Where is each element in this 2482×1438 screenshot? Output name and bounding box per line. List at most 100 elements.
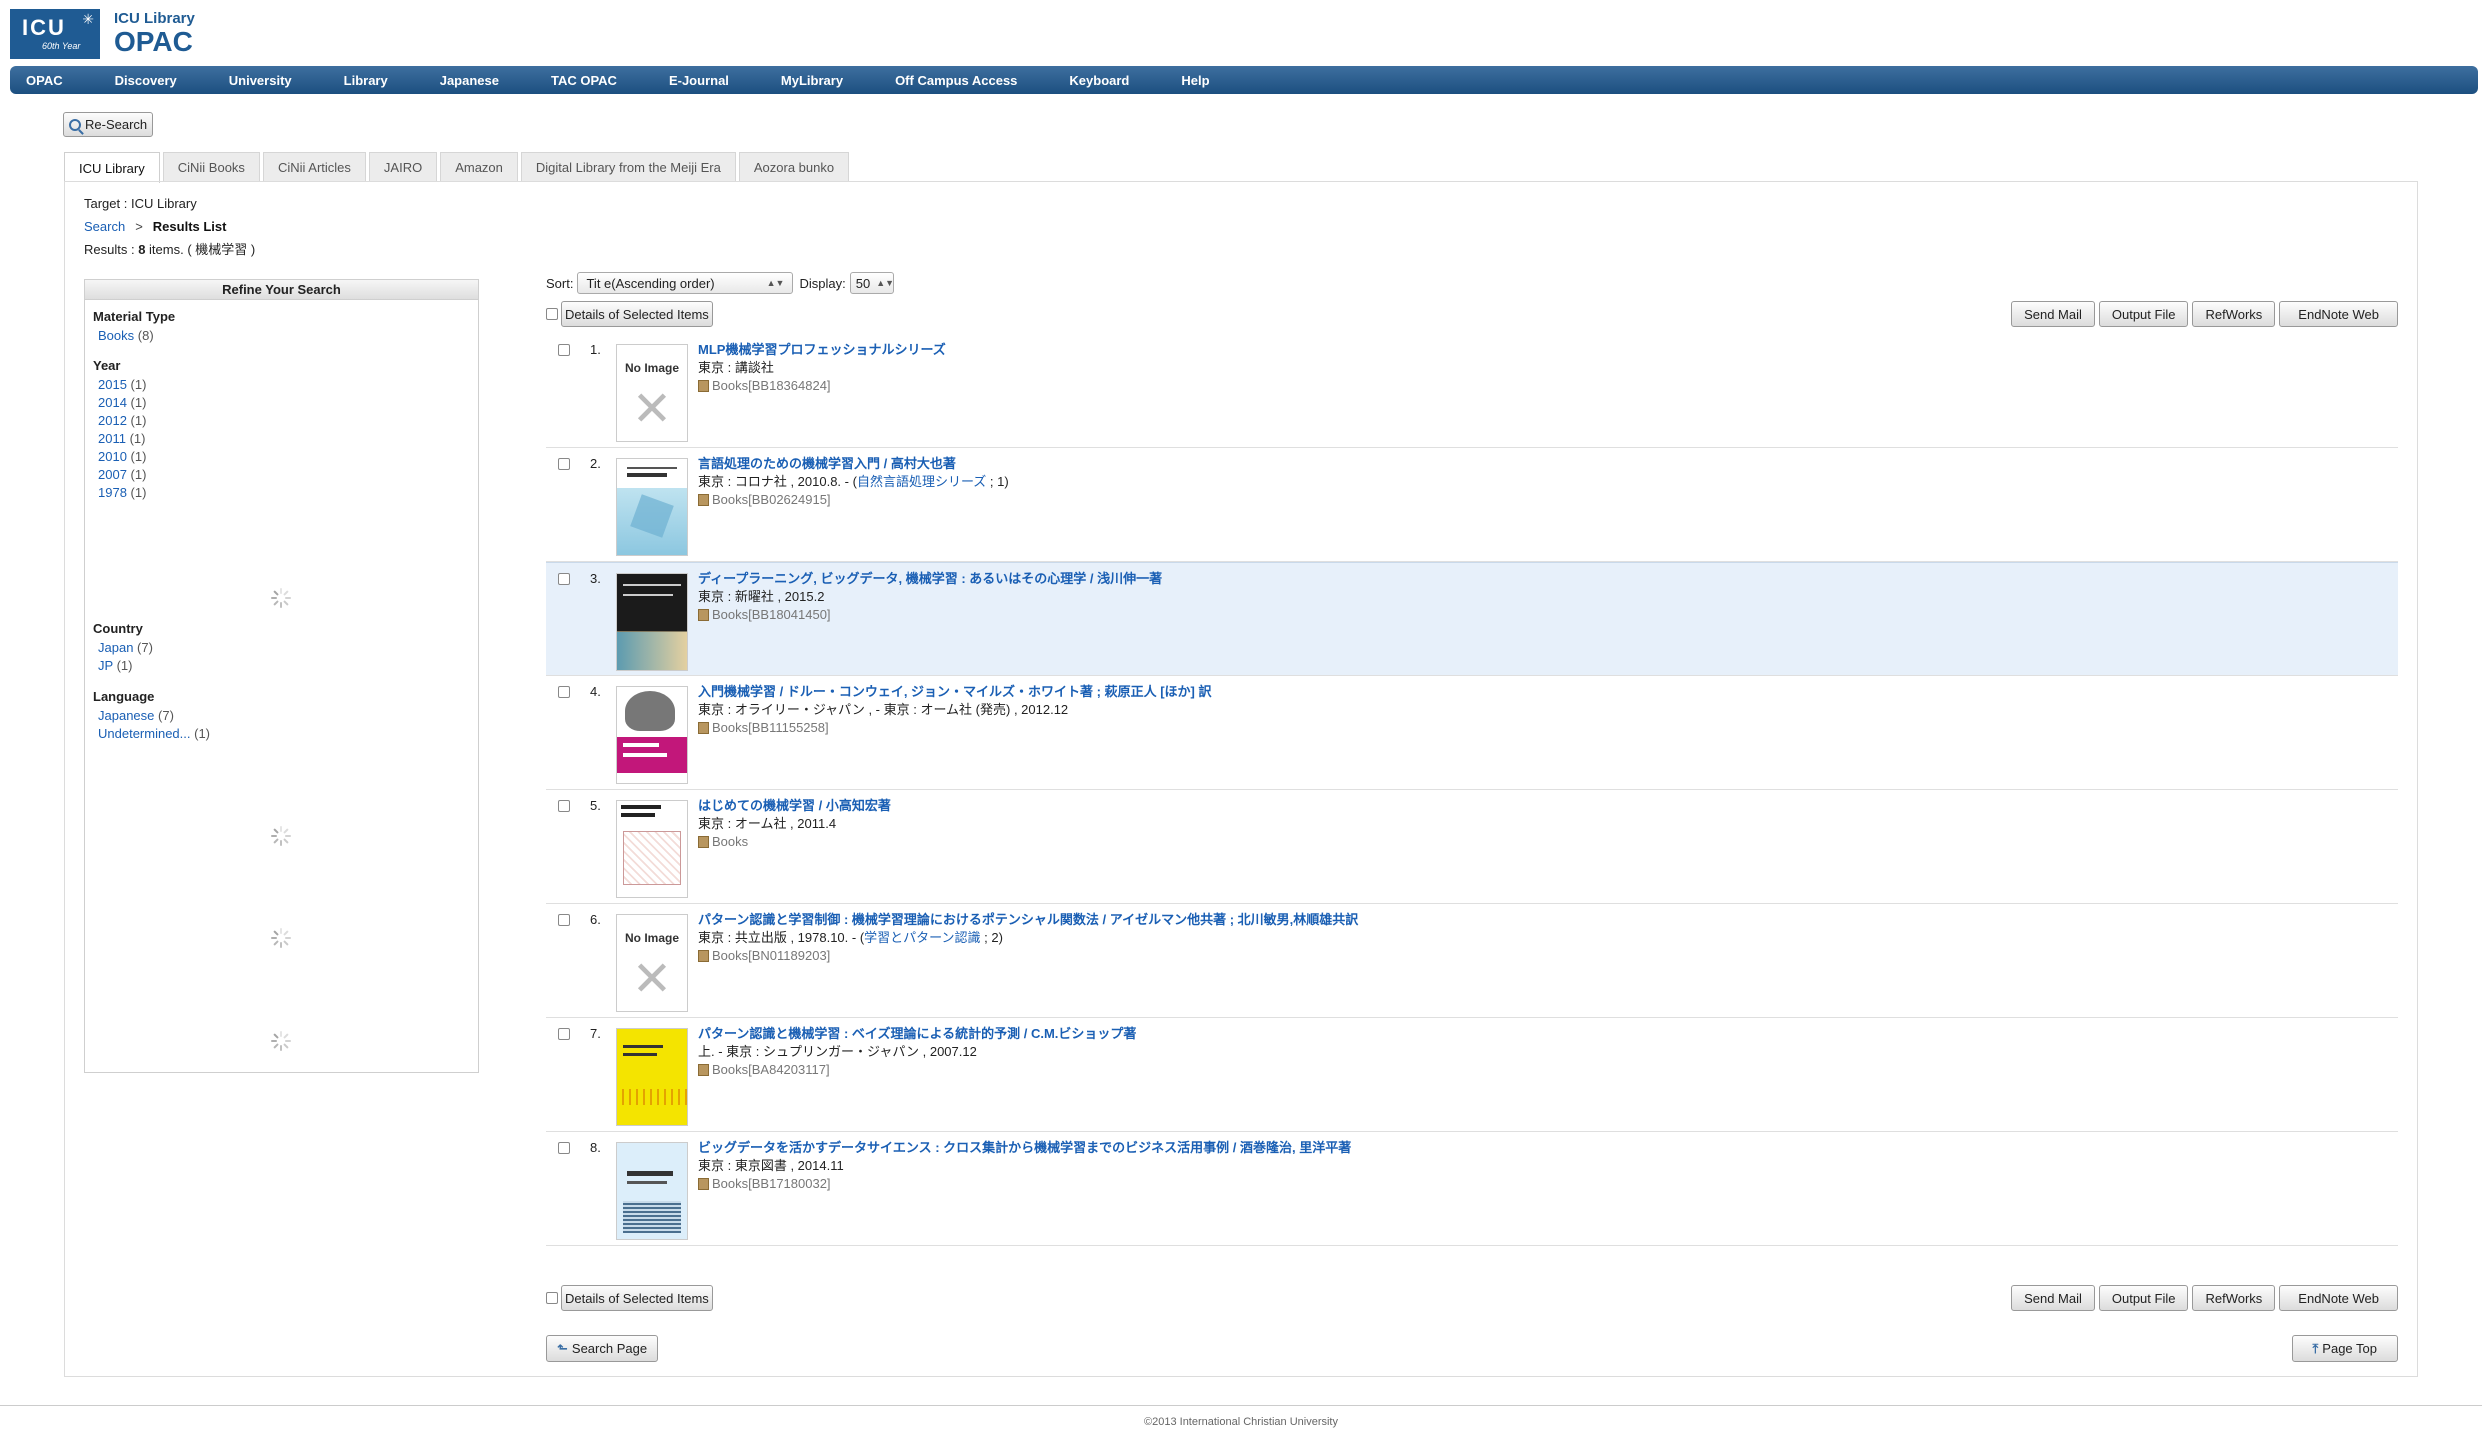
facet-link[interactable]: 1978 xyxy=(98,485,127,500)
refworks-button[interactable]: RefWorks xyxy=(2192,1285,2276,1311)
result-number: 7. xyxy=(590,1026,601,1041)
tab-jairo[interactable]: JAIRO xyxy=(368,152,438,182)
nav-item-off-campus-access[interactable]: Off Campus Access xyxy=(895,73,1017,88)
book-cover-image[interactable] xyxy=(617,574,687,670)
result-checkbox[interactable] xyxy=(558,1142,570,1154)
result-title-link[interactable]: 言語処理のための機械学習入門 / 高村大也著 xyxy=(698,455,1009,473)
result-checkbox[interactable] xyxy=(558,914,570,926)
nav-item-e-journal[interactable]: E-Journal xyxy=(669,73,729,88)
no-image-placeholder[interactable]: No Image ✕ xyxy=(617,345,687,441)
book-cover-image[interactable] xyxy=(617,1029,687,1125)
result-thumbnail[interactable] xyxy=(616,573,688,671)
facet-material-type: Material Type Books (8) xyxy=(93,309,175,345)
facet-link[interactable]: Japanese xyxy=(98,708,154,723)
result-bibid: Books xyxy=(698,833,891,851)
book-cover-image[interactable] xyxy=(617,801,687,897)
result-checkbox[interactable] xyxy=(558,800,570,812)
facet-language: Language Japanese (7) Undetermined... (1) xyxy=(93,689,210,743)
nav-item-university[interactable]: University xyxy=(229,73,292,88)
result-publication: 東京 : 講談社 xyxy=(698,359,946,377)
series-link[interactable]: 自然言語処理シリーズ xyxy=(857,474,986,489)
result-title-link[interactable]: はじめての機械学習 / 小高知宏著 xyxy=(698,797,891,815)
facet-year: Year 2015 (1) 2014 (1) 2012 (1) 2011 (1) 201… xyxy=(93,358,146,502)
select-all-checkbox[interactable] xyxy=(546,1292,558,1304)
output-file-button[interactable]: Output File xyxy=(2098,1285,2189,1311)
search-page-button[interactable]: ⬑ Search Page xyxy=(546,1335,659,1362)
nav-item-keyboard[interactable]: Keyboard xyxy=(1069,73,1129,88)
facet-count: (8) xyxy=(137,328,154,343)
result-meta: ディープラーニング, ビッグデータ, 機械学習 : あるいはその心理学 / 浅川… xyxy=(698,570,1162,624)
publication-text: 上. - 東京 : シュプリンガー・ジャパン , 2007.12 xyxy=(698,1044,977,1059)
result-title-link[interactable]: ディープラーニング, ビッグデータ, 機械学習 : あるいはその心理学 / 浅川… xyxy=(698,570,1162,588)
nav-item-help[interactable]: Help xyxy=(1181,73,1209,88)
tab-digital-library-from-the-meiji-era[interactable]: Digital Library from the Meiji Era xyxy=(520,152,736,182)
result-thumbnail[interactable] xyxy=(616,686,688,784)
facet-count: (7) xyxy=(158,708,174,723)
tab-amazon[interactable]: Amazon xyxy=(440,152,518,182)
result-checkbox[interactable] xyxy=(558,573,570,585)
sort-bar: Sort: Tit e(Ascending order) ▲▼ Display: … xyxy=(546,272,894,294)
tab-aozora-bunko[interactable]: Aozora bunko xyxy=(738,152,850,182)
result-thumbnail[interactable] xyxy=(616,1028,688,1126)
icu-logo[interactable]: ICU ✳ 60th Year xyxy=(10,8,100,59)
facet-link[interactable]: 2012 xyxy=(98,413,127,428)
breadcrumb-separator: > xyxy=(135,219,143,234)
facet-link[interactable]: 2015 xyxy=(98,377,127,392)
tab-cinii-articles[interactable]: CiNii Articles xyxy=(262,152,366,182)
nav-item-tac-opac[interactable]: TAC OPAC xyxy=(551,73,617,88)
book-cover-image[interactable] xyxy=(617,459,687,555)
result-thumbnail[interactable] xyxy=(616,458,688,556)
facet-link[interactable]: 2011 xyxy=(98,431,126,446)
facet-link[interactable]: Undetermined... xyxy=(98,726,191,741)
result-thumbnail[interactable] xyxy=(616,1142,688,1240)
tab-cinii-books[interactable]: CiNii Books xyxy=(162,152,260,182)
nav-item-japanese[interactable]: Japanese xyxy=(440,73,499,88)
result-title-link[interactable]: パターン認識と機械学習 : ベイズ理論による統計的予測 / C.M.ビショップ著 xyxy=(698,1025,1136,1043)
series-link[interactable]: 学習とパターン認識 xyxy=(864,930,980,945)
output-file-button[interactable]: Output File xyxy=(2098,301,2189,327)
send-mail-button[interactable]: Send Mail xyxy=(2011,301,2095,327)
select-arrow-icon: ▲▼ xyxy=(876,278,895,288)
display-select[interactable]: 50 ▲▼ xyxy=(849,272,895,294)
facet-link[interactable]: Books xyxy=(98,328,134,343)
endnote-button[interactable]: EndNote Web xyxy=(2279,301,2398,327)
result-thumbnail[interactable]: No Image ✕ xyxy=(616,344,688,442)
result-checkbox[interactable] xyxy=(558,344,570,356)
result-title-link[interactable]: MLP機械学習プロフェッショナルシリーズ xyxy=(698,341,946,359)
result-title-link[interactable]: 入門機械学習 / ドルー・コンウェイ, ジョン・マイルズ・ホワイト著 ; 萩原正… xyxy=(698,683,1212,701)
sort-select[interactable]: Tit e(Ascending order) ▲▼ xyxy=(577,272,794,294)
result-bibid: Books[BN01189203] xyxy=(698,947,1358,965)
brand: ICU Library OPAC xyxy=(114,11,195,56)
result-checkbox[interactable] xyxy=(558,458,570,470)
no-image-placeholder[interactable]: No Image ✕ xyxy=(617,915,687,1011)
facet-link[interactable]: 2007 xyxy=(98,467,127,482)
facet-link[interactable]: 2014 xyxy=(98,395,127,410)
nav-item-library[interactable]: Library xyxy=(344,73,388,88)
facet-link[interactable]: 2010 xyxy=(98,449,127,464)
nav-item-mylibrary[interactable]: MyLibrary xyxy=(781,73,843,88)
nav-item-discovery[interactable]: Discovery xyxy=(115,73,177,88)
result-thumbnail[interactable]: No Image ✕ xyxy=(616,914,688,1012)
facet-link[interactable]: JP xyxy=(98,658,113,673)
breadcrumb-search-link[interactable]: Search xyxy=(84,219,125,234)
action-bar-bottom: Details of Selected Items Send Mail Outp… xyxy=(546,1284,2398,1312)
result-title-link[interactable]: ビッグデータを活かすデータサイエンス : クロス集計から機械学習までのビジネス活… xyxy=(698,1139,1351,1157)
result-checkbox[interactable] xyxy=(558,1028,570,1040)
send-mail-button[interactable]: Send Mail xyxy=(2011,1285,2095,1311)
refworks-button[interactable]: RefWorks xyxy=(2192,301,2276,327)
facet-link[interactable]: Japan xyxy=(98,640,133,655)
book-cover-image[interactable] xyxy=(617,687,687,783)
book-cover-image[interactable] xyxy=(617,1143,687,1239)
details-button[interactable]: Details of Selected Items xyxy=(561,301,713,327)
tab-icu-library[interactable]: ICU Library xyxy=(64,152,160,183)
endnote-button[interactable]: EndNote Web xyxy=(2279,1285,2398,1311)
re-search-button[interactable]: Re-Search xyxy=(63,112,154,137)
nav-item-opac[interactable]: OPAC xyxy=(26,73,63,88)
site-header: ICU ✳ 60th Year ICU Library OPAC xyxy=(10,6,195,61)
details-button[interactable]: Details of Selected Items xyxy=(561,1285,713,1311)
result-thumbnail[interactable] xyxy=(616,800,688,898)
page-top-button[interactable]: ⤒ Page Top xyxy=(2291,1335,2398,1362)
result-checkbox[interactable] xyxy=(558,686,570,698)
select-all-checkbox[interactable] xyxy=(546,308,558,320)
result-title-link[interactable]: パターン認識と学習制御 : 機械学習理論におけるポテンシャル関数法 / アイゼル… xyxy=(698,911,1358,929)
